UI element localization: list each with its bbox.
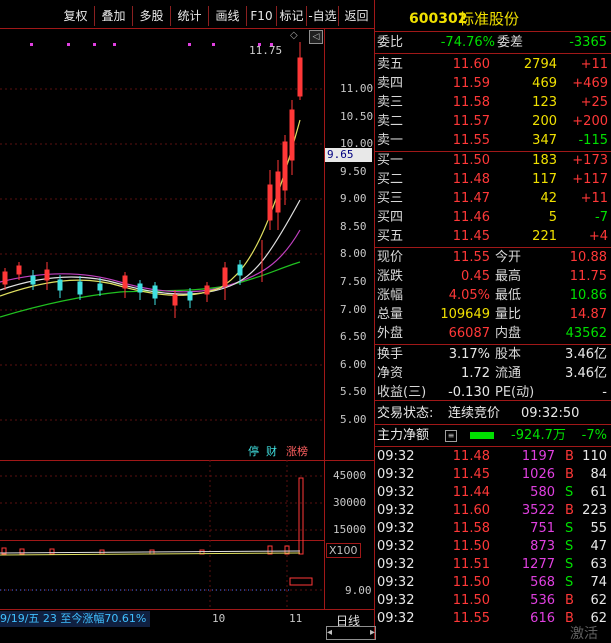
price-tick: 7.00 <box>340 303 367 316</box>
diamond-icon: ◇ <box>290 30 298 41</box>
stock-name: 标准股份 <box>459 10 520 28</box>
price-tick: 9.00 <box>340 192 367 205</box>
bid-row[interactable]: 买二 11.48 117 +117 <box>375 170 611 189</box>
stats-row: 净资 1.72 流通 3.46亿 <box>377 366 607 381</box>
quote-row: 总量 109649 量比 14.87 <box>377 307 607 322</box>
price-tick: 6.00 <box>340 358 367 371</box>
ask-row[interactable]: 卖四 11.59 469 +469 <box>375 74 611 93</box>
quote-row: 涨幅 4.05% 最低 10.86 <box>377 288 607 303</box>
sub-indicator-tick: 9.00 <box>345 584 372 597</box>
weibi-row: 委比 -74.76% 委差 -3365 <box>377 35 607 50</box>
quote-panel: 600302 标准股份 委比 -74.76% 委差 -3365 卖五 11.60 2… <box>375 0 611 642</box>
halt-tag[interactable]: 停 <box>248 443 259 459</box>
ask-row[interactable]: 卖三 11.58 123 +25 <box>375 93 611 112</box>
bid-row[interactable]: 买一 11.50 183 +173 <box>375 151 611 170</box>
trade-status-row: 交易状态: 连续竞价 09:32:50 <box>377 406 580 421</box>
stock-header: 600302 标准股份 <box>375 8 611 30</box>
tick-row: 09:32 11.58 751 S 55 <box>377 521 607 536</box>
volume-tick: 15000 <box>333 523 367 536</box>
tick-row: 09:32 11.50 568 S 74 <box>377 575 607 590</box>
price-tick: 8.50 <box>340 220 367 233</box>
collapse-icon[interactable]: ◁ <box>309 30 323 44</box>
tick-row: 09:32 11.44 580 S 61 <box>377 485 607 500</box>
volume-tick: 30000 <box>333 496 367 509</box>
list-icon[interactable]: ≡ <box>445 430 457 442</box>
price-tick: 9.50 <box>340 165 367 178</box>
kline-chart[interactable] <box>0 0 375 640</box>
date-tick: 10 <box>212 612 226 625</box>
price-tick: 7.50 <box>340 275 367 288</box>
stats-row: 换手 3.17% 股本 3.46亿 <box>377 347 607 362</box>
volume-tick: 45000 <box>333 469 367 482</box>
price-tick: 10.50 <box>340 110 374 123</box>
bid-row[interactable]: 买三 11.47 42 +11 <box>375 189 611 208</box>
volume-unit: X100 <box>326 543 361 558</box>
high-price-label: 11.75 <box>249 44 283 57</box>
flow-bar <box>470 432 494 439</box>
ask-row[interactable]: 卖二 11.57 200 +200 <box>375 112 611 131</box>
left-arrow-icon[interactable]: ◂ <box>327 627 332 638</box>
quote-row: 外盘 66087 内盘 43562 <box>377 326 607 341</box>
price-tick: 11.00 <box>340 82 374 95</box>
status-bar-text: 9/19/五 23 至今涨幅70.61% <box>0 611 151 627</box>
tick-row: 09:32 11.48 1197 B 110 <box>377 449 607 464</box>
price-tick: 8.00 <box>340 247 367 260</box>
activation-watermark: 激活 <box>570 626 598 642</box>
bid-row[interactable]: 买四 11.46 5 -7 <box>375 208 611 227</box>
tick-row: 09:32 11.45 1026 B 84 <box>377 467 607 482</box>
price-tick: 5.00 <box>340 413 367 426</box>
tick-row: 09:32 11.60 3522 B 223 <box>377 503 607 518</box>
quote-row: 现价 11.55 今开 10.88 <box>377 250 607 265</box>
current-price-tag: 9.65 <box>325 148 372 162</box>
bid-row[interactable]: 买五 11.45 221 +4 <box>375 227 611 246</box>
ask-row[interactable]: 卖五 11.60 2794 +11 <box>375 55 611 74</box>
tick-row: 09:32 11.50 536 B 62 <box>377 593 607 608</box>
tick-row: 09:32 11.51 1277 S 63 <box>377 557 607 572</box>
top-gainers-tag[interactable]: 涨榜 <box>286 443 308 459</box>
quote-row: 涨跌 0.45 最高 11.75 <box>377 269 607 284</box>
main-flow-row: 主力净额 ≡ -924.7万 -7% <box>377 428 607 443</box>
financial-tag[interactable]: 财 <box>266 443 277 459</box>
price-tick: 5.50 <box>340 385 367 398</box>
period-scrollbar[interactable]: ◂ ▸ <box>326 626 376 640</box>
price-tick: 6.50 <box>340 330 367 343</box>
tick-row: 09:32 11.50 873 S 47 <box>377 539 607 554</box>
date-tick: 11 <box>289 612 303 625</box>
ask-row[interactable]: 卖一 11.55 347 -115 <box>375 131 611 150</box>
